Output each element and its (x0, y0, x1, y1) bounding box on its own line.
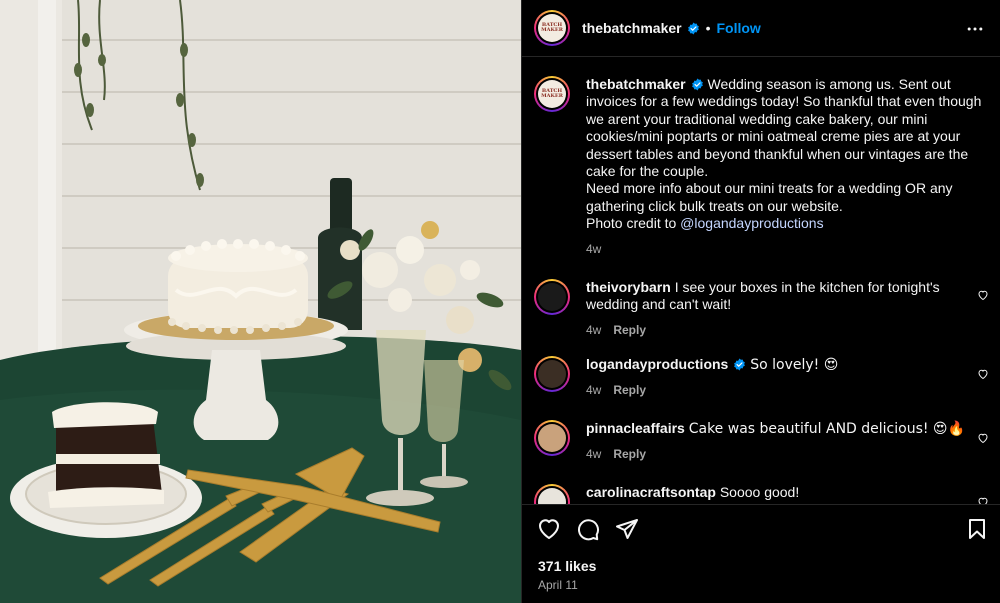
reply-button[interactable]: Reply (613, 447, 646, 461)
share-icon[interactable] (615, 517, 639, 541)
author-username[interactable]: thebatchmaker (582, 20, 682, 36)
reply-button[interactable]: Reply (613, 323, 646, 337)
avatar-logo: BATCH MAKER (541, 88, 563, 99)
comment-username[interactable]: logandayproductions (586, 356, 728, 372)
heart-icon[interactable] (977, 432, 989, 444)
comment-username[interactable]: pinnacleaffairs (586, 420, 685, 436)
caption-line: we arent your traditional wedding cake b… (586, 110, 928, 127)
caption-line: gathering click bulk treats on our websi… (586, 197, 843, 214)
likes-count[interactable]: 371 likes (538, 558, 596, 574)
comments-list[interactable]: BATCH MAKER thebatchmaker Wedding season… (522, 58, 1000, 504)
verified-icon (734, 358, 746, 371)
heart-icon[interactable] (977, 496, 989, 504)
heart-icon[interactable] (537, 517, 561, 541)
comment-username[interactable]: carolinacraftsontap (586, 484, 716, 500)
commenter-avatar[interactable] (534, 484, 570, 504)
caption-line: cake for the couple. (586, 163, 709, 180)
author-avatar[interactable]: BATCH MAKER (534, 76, 570, 112)
commenter-avatar[interactable] (534, 420, 570, 456)
verified-icon (687, 22, 699, 34)
comment-username[interactable]: theivorybarn (586, 279, 671, 295)
commenter-avatar[interactable] (534, 356, 570, 392)
avatar-logo: BATCH MAKER (541, 22, 563, 33)
reply-button[interactable]: Reply (613, 383, 646, 397)
comment-timestamp: 4w (586, 447, 602, 462)
post-photo[interactable] (0, 0, 521, 603)
verified-icon (691, 78, 703, 91)
follow-button[interactable]: Follow (717, 20, 761, 36)
comment-text: Soooo good! (719, 484, 800, 500)
caption-line: invoices for a few weddings today! So th… (586, 93, 982, 110)
comment-body: pinnacleaffairs Cake was beautiful AND d… (586, 420, 966, 464)
comment-body: carolinacraftsontap Soooo good! (586, 484, 966, 501)
comment-text: Cake was beautiful AND delicious! 😍🔥 (688, 421, 965, 437)
caption-mention-link[interactable]: @logandayproductions (680, 215, 823, 231)
heart-icon[interactable] (977, 289, 989, 301)
separator-dot: • (705, 20, 711, 36)
post-date: April 11 (538, 578, 578, 592)
comment-icon[interactable] (576, 517, 600, 541)
caption-line: Wedding season is among us. Sent out (707, 76, 951, 92)
caption-username[interactable]: thebatchmaker (586, 76, 686, 92)
comment-body: theivorybarn I see your boxes in the kit… (586, 279, 966, 339)
caption-line: Photo credit to (586, 215, 681, 232)
comment-body: logandayproductions So lovely! 😍 4w Reply (586, 356, 966, 400)
author-avatar[interactable]: BATCH MAKER (534, 10, 570, 46)
caption-line: Need more info about our mini treats for… (586, 180, 953, 197)
wedding-cake-photo (0, 0, 521, 603)
bookmark-icon[interactable] (965, 517, 989, 541)
heart-icon[interactable] (977, 368, 989, 380)
caption-line: dessert tables and beyond thankful when … (586, 145, 969, 162)
post-header: BATCH MAKER thebatchmaker • Follow (522, 0, 1000, 57)
caption-body: thebatchmaker Wedding season is among us… (586, 76, 986, 258)
caption-line: cookies/mini poptarts or mini oatmeal cr… (586, 128, 961, 145)
action-bar: 371 likes April 11 (522, 504, 1000, 603)
commenter-avatar[interactable] (534, 279, 570, 315)
more-icon[interactable] (965, 19, 985, 39)
comment-text: So lovely! 😍 (750, 357, 839, 373)
caption-timestamp: 4w (586, 241, 602, 256)
comment-timestamp: 4w (586, 383, 602, 398)
post-panel: BATCH MAKER thebatchmaker • Follow BATCH… (521, 0, 1000, 603)
comment-timestamp: 4w (586, 322, 602, 337)
